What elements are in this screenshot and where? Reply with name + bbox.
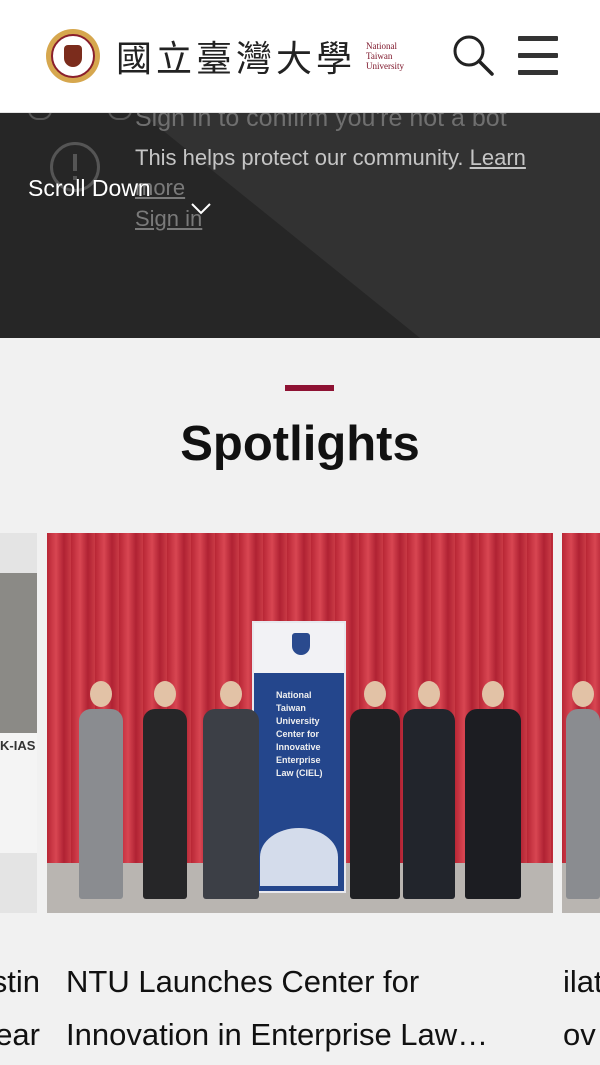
spotlight-card-caption[interactable]: NTU Launches Center for Innovation in En…	[66, 955, 536, 1061]
spotlight-card-prev-caption[interactable]: stin ear	[0, 955, 40, 1061]
globe-icon	[260, 828, 338, 886]
search-icon[interactable]	[452, 34, 494, 76]
spotlight-card-next-caption[interactable]: ilat ov	[563, 955, 600, 1061]
ntu-logo[interactable]: 國立臺灣大學 National Taiwan University	[46, 29, 404, 83]
scroll-down-label[interactable]: Scroll Down	[28, 175, 151, 202]
bot-check-message: This helps protect our community. Learn	[135, 145, 526, 170]
ntu-seal-icon	[46, 29, 100, 83]
section-accent-bar	[285, 385, 334, 391]
logo-english-name: National Taiwan University	[366, 41, 405, 71]
spotlight-card-next-image[interactable]	[562, 533, 600, 913]
chevron-down-icon[interactable]	[190, 202, 212, 216]
section-title: Spotlights	[180, 417, 420, 471]
sign-text: K-IAS	[0, 738, 36, 753]
hero-video-banner: Sign in to confirm you're not a bot This…	[0, 112, 600, 338]
ntu-crest-icon	[254, 623, 344, 673]
site-header: 國立臺灣大學 National Taiwan University	[0, 0, 600, 113]
hamburger-menu-icon[interactable]	[518, 36, 560, 76]
spotlight-card-prev-image[interactable]: K-IAS	[0, 533, 37, 913]
ciel-banner: National Taiwan University Center for In…	[252, 621, 346, 893]
spotlight-card-image[interactable]: National Taiwan University Center for In…	[47, 533, 553, 913]
logo-chinese-name: 國立臺灣大學	[116, 39, 357, 80]
learn-more-link[interactable]: Learn	[470, 145, 526, 170]
bot-check-heading: Sign in to confirm you're not a bot	[135, 112, 507, 132]
